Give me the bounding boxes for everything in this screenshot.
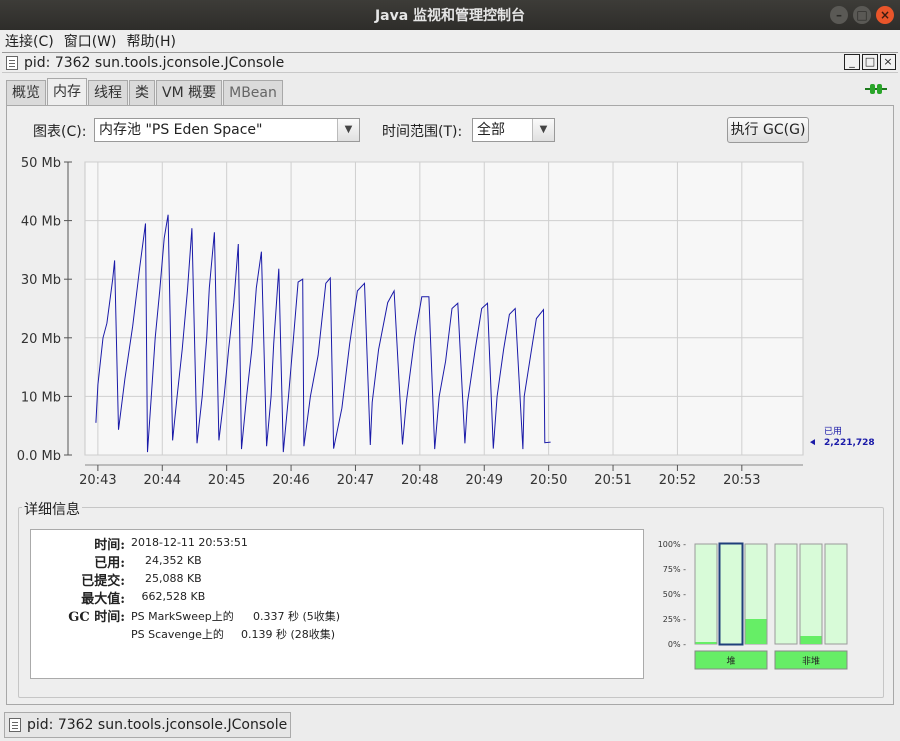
detail-row-used: 已用: 24,352 KB [31,552,641,571]
usage-tick-label: 25% - [663,615,686,624]
tab-vm-summary[interactable]: VM 概要 [156,80,223,106]
internal-frame-title-bar: pid: 7362 sun.tools.jconsole.JConsole _ … [2,52,898,73]
pool-bar-fill[interactable] [745,619,767,644]
plot-area [84,161,804,456]
status-bar-label: pid: 7362 sun.tools.jconsole.JConsole [27,717,288,733]
chart-selector-value: 内存池 "PS Eden Space" [99,122,263,138]
chevron-down-icon: ▼ [337,119,359,141]
pool-bar-nonheap[interactable] [824,543,848,645]
x-tick-label: 20:43 [79,473,116,488]
usage-tick-label: 100% - [658,540,686,549]
detail-row-gc-scavenge: PS Scavenge上的 0.139 秒 (28收集) [31,624,641,642]
detail-value: 24,352 KB [131,554,202,567]
x-tick-label: 20:48 [401,473,438,488]
detail-row-max: 最大值: 662,528 KB [31,588,641,607]
usage-tick-label: 75% - [663,565,686,574]
detail-value: 25,088 KB [131,572,202,585]
chevron-down-icon: ▼ [532,119,554,141]
tab-bar: 概览 内存 线程 类 VM 概要 MBean [6,78,284,106]
frame-close-button[interactable]: × [880,54,896,70]
detail-label: 已提交: [81,574,125,589]
detail-row-time: 时间: 2018-12-11 20:53:51 [31,534,641,553]
window-title: Java 监视和管理控制台 [374,8,526,24]
maximize-button[interactable]: □ [853,6,871,24]
y-tick-label: 0.0 Mb [17,449,61,464]
details-title: 详细信息 [22,499,82,519]
time-range-value: 全部 [477,122,505,138]
detail-label: GC 时间: [68,610,125,625]
x-tick-label: 20:46 [272,473,309,488]
y-tick-label: 40 Mb [21,215,61,230]
details-text-area: 时间: 2018-12-11 20:53:51 已用: 24,352 KB 已提… [30,529,644,679]
tab-memory[interactable]: 内存 [47,78,87,106]
detail-row-committed: 已提交: 25,088 KB [31,570,641,589]
connection-status-icon [865,84,887,94]
tab-overview[interactable]: 概览 [6,80,46,106]
pool-bar-fill[interactable] [695,642,717,644]
memory-pool-usage-bars: 100% - 75% - 50% - 25% - 0% - 堆 非堆 [658,540,848,670]
x-tick-label: 20:53 [723,473,760,488]
time-range-label: 时间范围(T): [382,124,463,140]
pool-bar-nonheap[interactable] [799,543,823,645]
menu-bar: 连接(C) 窗口(W) 帮助(H) [0,30,900,52]
menu-connection[interactable]: 连接(C) [0,31,59,51]
pool-group-label: 非堆 [802,655,820,667]
detail-value-secondary: 0.337 秒 (5收集) [253,610,341,623]
frame-minimize-button[interactable]: _ [844,54,860,70]
document-icon [9,718,21,732]
tab-mbean[interactable]: MBean [223,80,283,106]
detail-row-gc-marksweep: GC 时间: PS MarkSweep上的 0.337 秒 (5收集) [31,606,641,625]
x-tick-label: 20:44 [144,473,181,488]
detail-value: PS Scavenge上的 [131,628,224,641]
x-tick-label: 20:49 [466,473,503,488]
detail-value: 662,528 KB [131,590,206,603]
chart-selector-label: 图表(C): [33,124,87,140]
usage-tick-label: 0% - [668,640,686,649]
tab-threads[interactable]: 线程 [88,80,128,106]
pool-group-label: 堆 [726,656,735,667]
x-tick-label: 20:52 [659,473,696,488]
frame-maximize-button[interactable]: □ [862,54,878,70]
x-tick-label: 20:50 [530,473,567,488]
series-current-value: 2,221,728 [824,438,875,448]
pool-bar-heap[interactable] [694,543,718,645]
usage-tick-label: 50% - [663,590,686,599]
detail-label: 时间: [94,538,125,553]
window-title-bar: Java 监视和管理控制台 – □ × [0,0,900,30]
y-tick-label: 30 Mb [21,273,61,288]
internal-frame-title: pid: 7362 sun.tools.jconsole.JConsole [24,54,285,71]
x-tick-label: 20:45 [208,473,245,488]
menu-window[interactable]: 窗口(W) [59,31,122,51]
detail-value: 2018-12-11 20:53:51 [131,536,248,549]
menu-help[interactable]: 帮助(H) [121,31,180,51]
chart-selector[interactable]: 内存池 "PS Eden Space" ▼ [94,118,360,142]
pool-bar-nonheap[interactable] [774,543,798,645]
y-tick-label: 10 Mb [21,390,61,405]
status-bar[interactable]: pid: 7362 sun.tools.jconsole.JConsole [4,712,291,738]
y-tick-label: 50 Mb [21,156,61,171]
y-tick-label: 20 Mb [21,332,61,347]
minimize-button[interactable]: – [830,6,848,24]
perform-gc-button[interactable]: 执行 GC(G) [727,117,809,143]
series-legend-label: 已用 [824,426,842,437]
time-range-selector[interactable]: 全部 ▼ [472,118,555,142]
detail-value-secondary: 0.139 秒 (28收集) [241,628,336,641]
document-icon [6,55,18,70]
x-tick-label: 20:51 [594,473,631,488]
tab-classes[interactable]: 类 [129,80,155,106]
memory-usage-chart: 0.0 Mb 10 Mb 20 Mb 30 Mb 40 Mb 50 Mb 20:43 20:4… [17,156,875,488]
close-button[interactable]: × [876,6,894,24]
detail-value: PS MarkSweep上的 [131,610,234,623]
pool-bar-fill[interactable] [800,636,822,644]
detail-label: 最大值: [81,592,125,607]
x-tick-label: 20:47 [337,473,374,488]
pool-bar-heap[interactable] [719,543,743,645]
detail-label: 已用: [94,556,125,571]
current-value-marker [810,439,815,446]
